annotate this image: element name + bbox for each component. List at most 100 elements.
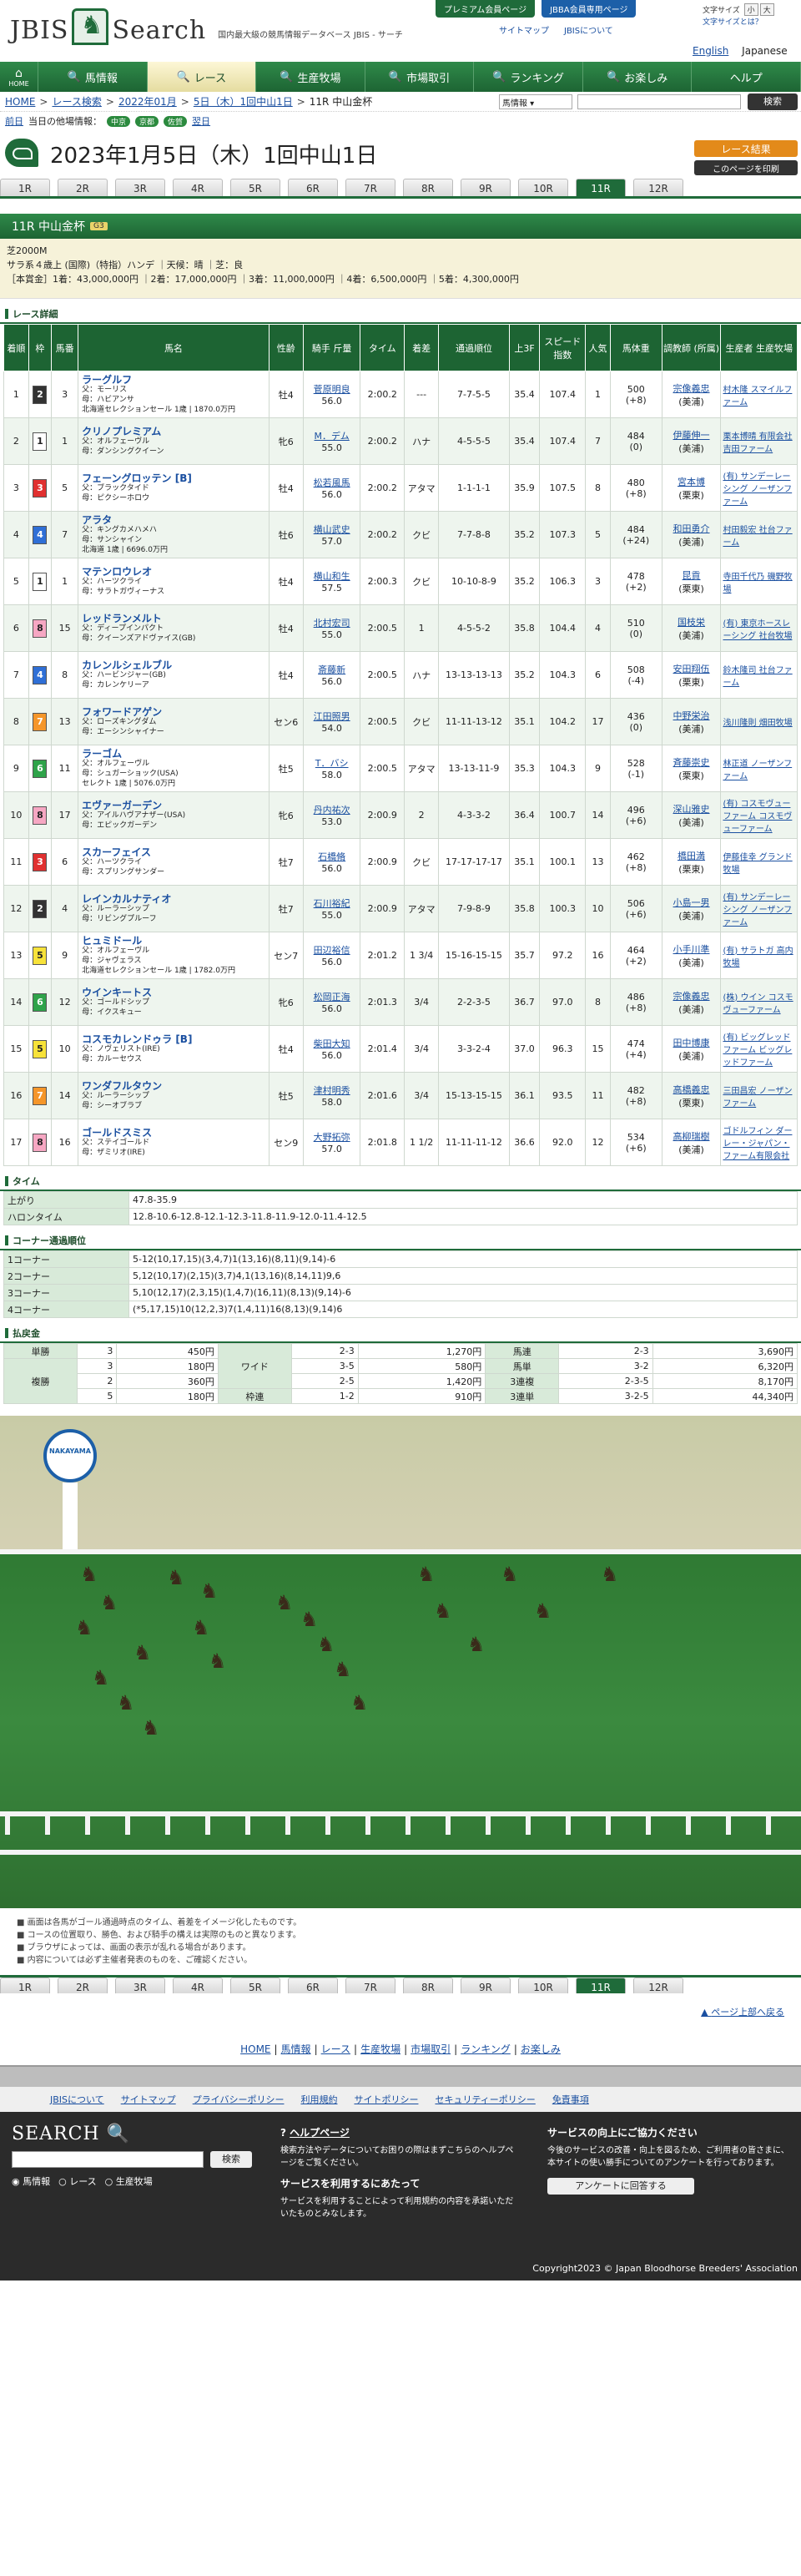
radio-horse[interactable]: ◉ 馬情報 [12,2174,50,2188]
dam[interactable]: 母：シーオブラブ [82,1101,269,1111]
race-tab[interactable]: 10R [518,179,568,196]
legal-link[interactable]: プライバシーポリシー [193,2093,285,2106]
footer-link[interactable]: 馬情報 [281,2043,311,2055]
horse-name-link[interactable]: アラタ [82,515,269,525]
footer-link[interactable]: レース [321,2043,350,2055]
race-result-button[interactable]: レース結果 [694,140,798,157]
race-tab[interactable]: 11R [576,179,626,196]
trainer-link[interactable]: 伊藤伸一 [662,428,721,442]
horse-name-link[interactable]: ラーゴム [82,749,269,759]
sire[interactable]: 父：オルフェーヴル [82,946,269,956]
print-page-button[interactable]: このページを印刷 [694,160,798,175]
race-tab[interactable]: 1R [0,179,50,196]
horse-name-link[interactable]: フェーングロッテン [B] [82,473,269,483]
jockey-link[interactable]: M．デム [304,429,360,442]
horse-name-link[interactable]: スカーフェイス [82,847,269,857]
race-tab[interactable]: 9R [461,179,511,196]
race-tab[interactable]: 8R [403,179,453,196]
jockey-link[interactable]: 松岡正海 [304,990,360,1003]
breeder-link[interactable]: ゴドルフィン ダーレー・ジャパン・ファーム有限会社 [720,1119,798,1166]
footer-link[interactable]: HOME [240,2043,270,2055]
horse-name-link[interactable]: ヒュミドール [82,936,269,946]
race-tab[interactable]: 2R [58,1977,108,1993]
breeder-link[interactable]: (有) 東京ホースレーシング 社台牧場 [720,604,798,652]
breeder-link[interactable]: (株) ウイン コスモヴューファーム [720,978,798,1026]
jockey-link[interactable]: 田辺裕信 [304,943,360,957]
dam[interactable]: 母：スプリングサンダー [82,867,269,877]
breeder-link[interactable]: (有) サラトガ 高内牧場 [720,932,798,979]
jbba-member-button[interactable]: JBBA会員専用ページ [542,0,637,18]
breeder-link[interactable]: 三田昌宏 ノーザンファーム [720,1072,798,1119]
horse-name-link[interactable]: レインカルナティオ [82,894,269,904]
dam[interactable]: 母：ダンシングクイーン [82,447,269,457]
trainer-link[interactable]: 昆貢 [662,568,721,582]
jockey-link[interactable]: 柴田大知 [304,1037,360,1050]
jockey-link[interactable]: 江田照男 [304,710,360,723]
search-category-select[interactable]: 馬情報 ▾ [499,94,572,109]
sire[interactable]: 父：ローズキングダム [82,717,269,727]
breeder-link[interactable]: (有) サンデーレーシング ノーザンファーム [720,885,798,932]
breadcrumb-month[interactable]: 2022年01月 [118,94,177,109]
nav-horse[interactable]: 🔍 馬情報 [38,62,148,92]
trainer-link[interactable]: 中野栄治 [662,709,721,722]
dam[interactable]: 母：ピクシーホロウ [82,493,269,503]
race-tab[interactable]: 8R [403,1977,453,1993]
trainer-link[interactable]: 宮本博 [662,475,721,488]
trainer-link[interactable]: 小島一男 [662,896,721,909]
sire[interactable]: 父：ゴールドシップ [82,998,269,1008]
horse-name-link[interactable]: マテンロウレオ [82,567,269,577]
race-tab[interactable]: 3R [115,1977,165,1993]
jockey-link[interactable]: T．バシ [304,756,360,770]
legal-link[interactable]: 免責事項 [552,2093,589,2106]
trainer-link[interactable]: 宗像義忠 [662,381,721,395]
jockey-link[interactable]: 丹内祐次 [304,803,360,816]
footer-link[interactable]: 市場取引 [411,2043,451,2055]
horse-name-link[interactable]: レッドランメルト [82,614,269,624]
race-tab[interactable]: 4R [173,179,223,196]
jockey-link[interactable]: 横山和生 [304,569,360,583]
nav-race[interactable]: 🔍 レース [147,62,257,92]
trainer-link[interactable]: 斉藤崇史 [662,755,721,769]
sire[interactable]: 父：ステイゴールド [82,1138,269,1148]
footer-search-button[interactable]: 検索 [210,2151,252,2168]
sale-info[interactable]: 北海道 1歳 | 6696.0万円 [82,545,269,555]
nav-fun[interactable]: 🔍 お楽しみ [583,62,693,92]
race-tab[interactable]: 6R [288,1977,338,1993]
sire[interactable]: 父：ルーラーシップ [82,904,269,914]
help-link[interactable]: ヘルプページ [290,2127,350,2139]
jockey-link[interactable]: 横山武史 [304,523,360,536]
jockey-link[interactable]: 菅原明良 [304,382,360,396]
sire[interactable]: 父：オルフェーヴル [82,437,269,447]
nav-ranking[interactable]: 🔍 ランキング [474,62,583,92]
trainer-link[interactable]: 高橋義忠 [662,1083,721,1096]
breeder-link[interactable]: (有) ビッグレッドファーム ビッグレッドファーム [720,1025,798,1073]
column-header[interactable]: 着順 [3,324,29,371]
breadcrumb-day[interactable]: 5日（木）1回中山1日 [194,94,293,109]
sire[interactable]: 父：モーリス [82,385,269,395]
font-size-help-link[interactable]: 文字サイズとは？ [703,16,774,27]
footer-link[interactable]: 生産牧場 [360,2043,400,2055]
legal-link[interactable]: JBISについて [50,2093,104,2106]
trainer-link[interactable]: 深山雅史 [662,802,721,816]
sire[interactable]: 父：ハーツクライ [82,857,269,867]
trainer-link[interactable]: 国枝栄 [662,615,721,629]
nav-market[interactable]: 🔍 市場取引 [365,62,475,92]
breadcrumb-race-search[interactable]: レース検索 [52,94,101,109]
search-button[interactable]: 検索 [748,93,798,110]
horse-name-link[interactable]: エヴァーガーデン [82,801,269,811]
jockey-link[interactable]: 津村明秀 [304,1083,360,1097]
lang-english-link[interactable]: English [693,45,728,57]
breeder-link[interactable]: (有) コスモヴューファーム コスモヴューファーム [720,791,798,839]
breeder-link[interactable]: 林正道 ノーザンファーム [720,745,798,792]
breeder-link[interactable]: (有) サンデーレーシング ノーザンファーム [720,464,798,512]
race-tab[interactable]: 5R [230,179,280,196]
trainer-link[interactable]: 橋田満 [662,849,721,862]
nav-home[interactable]: ⌂ HOME [0,62,38,92]
dam[interactable]: 母：カレンケリーア [82,680,269,690]
footer-link[interactable]: お楽しみ [521,2043,561,2055]
radio-race[interactable]: ○ レース [58,2174,97,2188]
dam[interactable]: 母：シュガーショック(USA) [82,769,269,779]
dam[interactable]: 母：イクスキュー [82,1008,269,1018]
legal-link[interactable]: サイトマップ [121,2093,176,2106]
breeder-link[interactable]: 村田毅宏 社台ファーム [720,511,798,558]
